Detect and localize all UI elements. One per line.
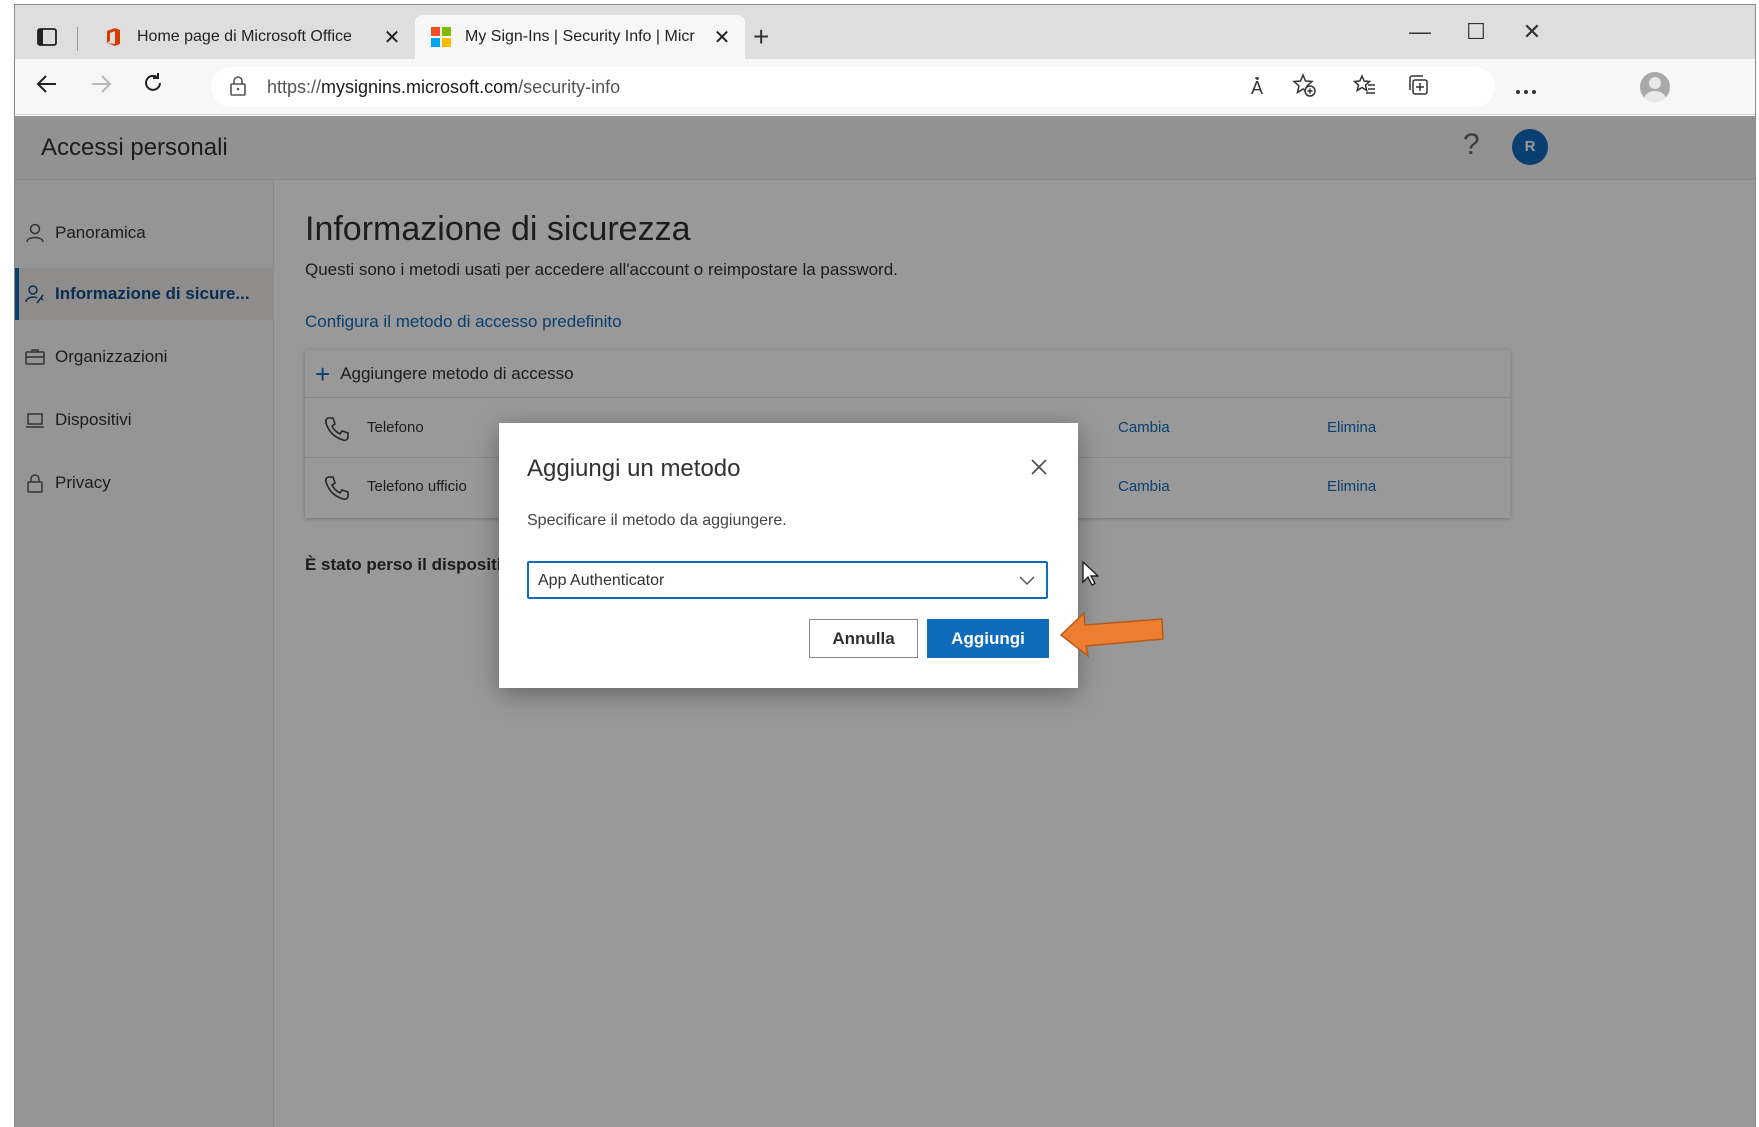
- favorites-icon[interactable]: [1350, 73, 1380, 103]
- back-icon[interactable]: [31, 71, 63, 103]
- dialog-subtitle: Specificare il metodo da aggiungere.: [527, 512, 787, 529]
- tab-close-icon[interactable]: ✕: [381, 25, 403, 50]
- microsoft-logo-icon: [431, 27, 451, 47]
- page: Accessi personali ? R Panoramica Informa…: [15, 116, 1755, 1127]
- annotation-arrow-icon: [1059, 611, 1164, 658]
- lock-icon[interactable]: [229, 76, 247, 96]
- url-host: mysignins.microsoft.com: [321, 77, 519, 97]
- url-path: /security-info: [518, 77, 621, 97]
- tab-title: My Sign-Ins | Security Info | Micr: [465, 28, 695, 45]
- minimize-button[interactable]: —: [1405, 19, 1435, 45]
- tab-title: Home page di Microsoft Office: [137, 28, 352, 45]
- tab-bar: Home page di Microsoft Office ✕ My Sign-…: [15, 5, 1755, 59]
- collections-icon[interactable]: [1403, 73, 1433, 103]
- close-icon[interactable]: [1027, 455, 1051, 479]
- tab-security-info[interactable]: My Sign-Ins | Security Info | Micr ✕: [415, 15, 745, 59]
- tab-separator: [77, 27, 78, 51]
- maximize-button[interactable]: ☐: [1461, 19, 1491, 45]
- cancel-button[interactable]: Annulla: [809, 619, 918, 658]
- add-button[interactable]: Aggiungi: [927, 619, 1049, 658]
- add-method-dialog: Aggiungi un metodo Specificare il metodo…: [499, 423, 1078, 688]
- tab-actions-icon[interactable]: [33, 23, 61, 51]
- address-bar: https://mysignins.microsoft.com/security…: [15, 59, 1755, 115]
- office-logo-icon: [107, 28, 120, 46]
- url-scheme: https://: [267, 77, 322, 97]
- selected-method: App Authenticator: [538, 572, 665, 589]
- browser-window: Home page di Microsoft Office ✕ My Sign-…: [14, 4, 1756, 1127]
- url-text[interactable]: https://mysignins.microsoft.com/security…: [267, 77, 620, 98]
- method-select[interactable]: App Authenticator: [527, 561, 1048, 599]
- mouse-cursor-icon: [1082, 561, 1099, 586]
- chevron-down-icon: [1019, 576, 1035, 586]
- tab-office-home[interactable]: Home page di Microsoft Office ✕: [87, 15, 415, 59]
- tab-close-icon[interactable]: ✕: [711, 25, 733, 50]
- forward-icon[interactable]: [85, 71, 117, 103]
- profile-icon[interactable]: [1640, 72, 1670, 102]
- add-favorite-icon[interactable]: [1289, 73, 1319, 103]
- read-aloud-icon[interactable]: À̉: [1242, 73, 1272, 103]
- dialog-title: Aggiungi un metodo: [527, 455, 741, 482]
- new-tab-button[interactable]: +: [753, 23, 769, 51]
- close-window-button[interactable]: ✕: [1517, 19, 1547, 45]
- more-icon[interactable]: [1511, 73, 1541, 103]
- refresh-icon[interactable]: [137, 71, 169, 103]
